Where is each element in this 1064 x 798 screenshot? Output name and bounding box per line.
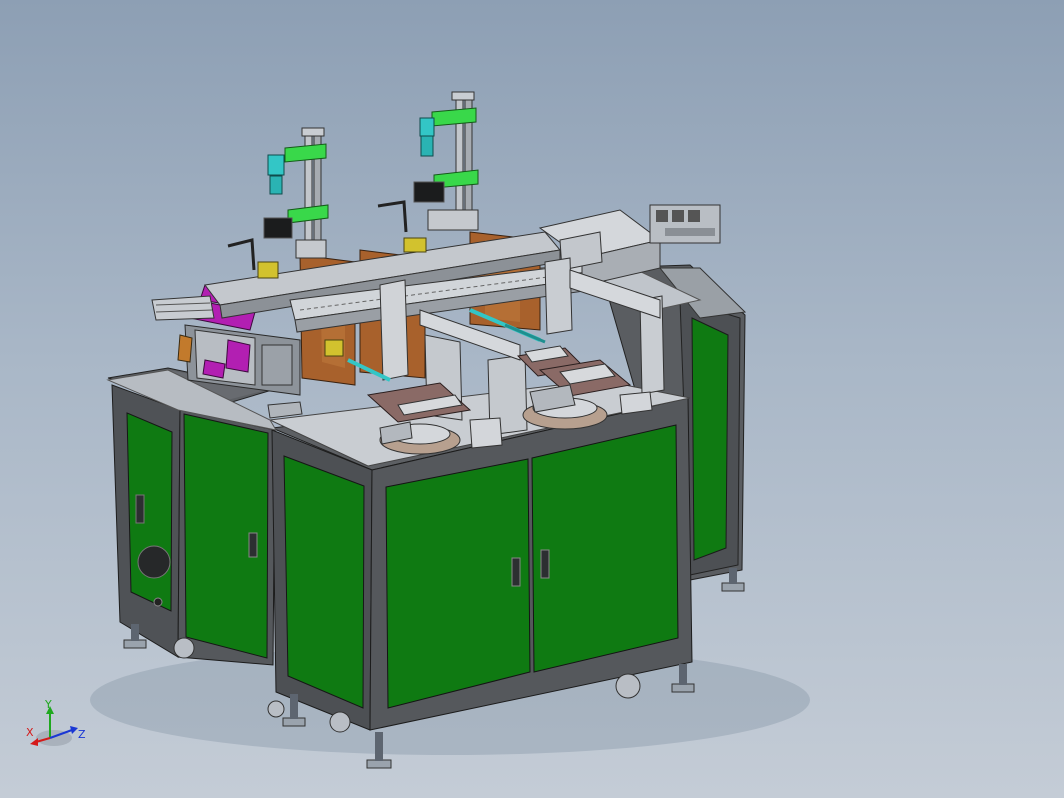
door-handle[interactable] [540,549,550,579]
triad-y-label: Y [44,698,52,711]
cad-viewport[interactable]: Y Z X [0,0,1064,798]
caster-wheel [173,637,195,659]
leveling-foot [282,717,306,727]
left-side-panel [126,412,173,612]
vertical-actuator-left[interactable] [263,127,329,259]
assembly-3d-model[interactable]: Y Z X [0,0,1064,798]
caster-wheel [267,700,285,718]
side-handle[interactable] [135,494,145,524]
leveling-foot [123,639,147,649]
cyan-sensor [419,117,435,137]
axis-triad[interactable]: Y Z X [26,698,86,746]
front-cabinet-side-door[interactable] [283,455,365,709]
gripper-assembly [151,295,215,321]
triad-x-label: X [26,726,34,739]
front-door-left[interactable] [385,458,531,709]
door-handle[interactable] [248,532,258,558]
leveling-foot [671,683,695,693]
triad-z-label: Z [78,728,86,741]
green-bracket [287,204,329,224]
caster-wheel [615,673,641,699]
front-door-right[interactable] [531,424,679,673]
leveling-foot [721,582,745,592]
vent-opening [137,545,171,579]
black-motor [263,217,293,239]
door-handle[interactable] [511,557,521,587]
rear-cabinet-door[interactable] [691,317,729,561]
cyan-sensor [267,154,285,176]
caster-wheel [329,711,351,733]
black-motor [413,181,445,203]
leveling-foot [366,759,392,769]
vertical-actuator-right[interactable] [413,91,479,231]
